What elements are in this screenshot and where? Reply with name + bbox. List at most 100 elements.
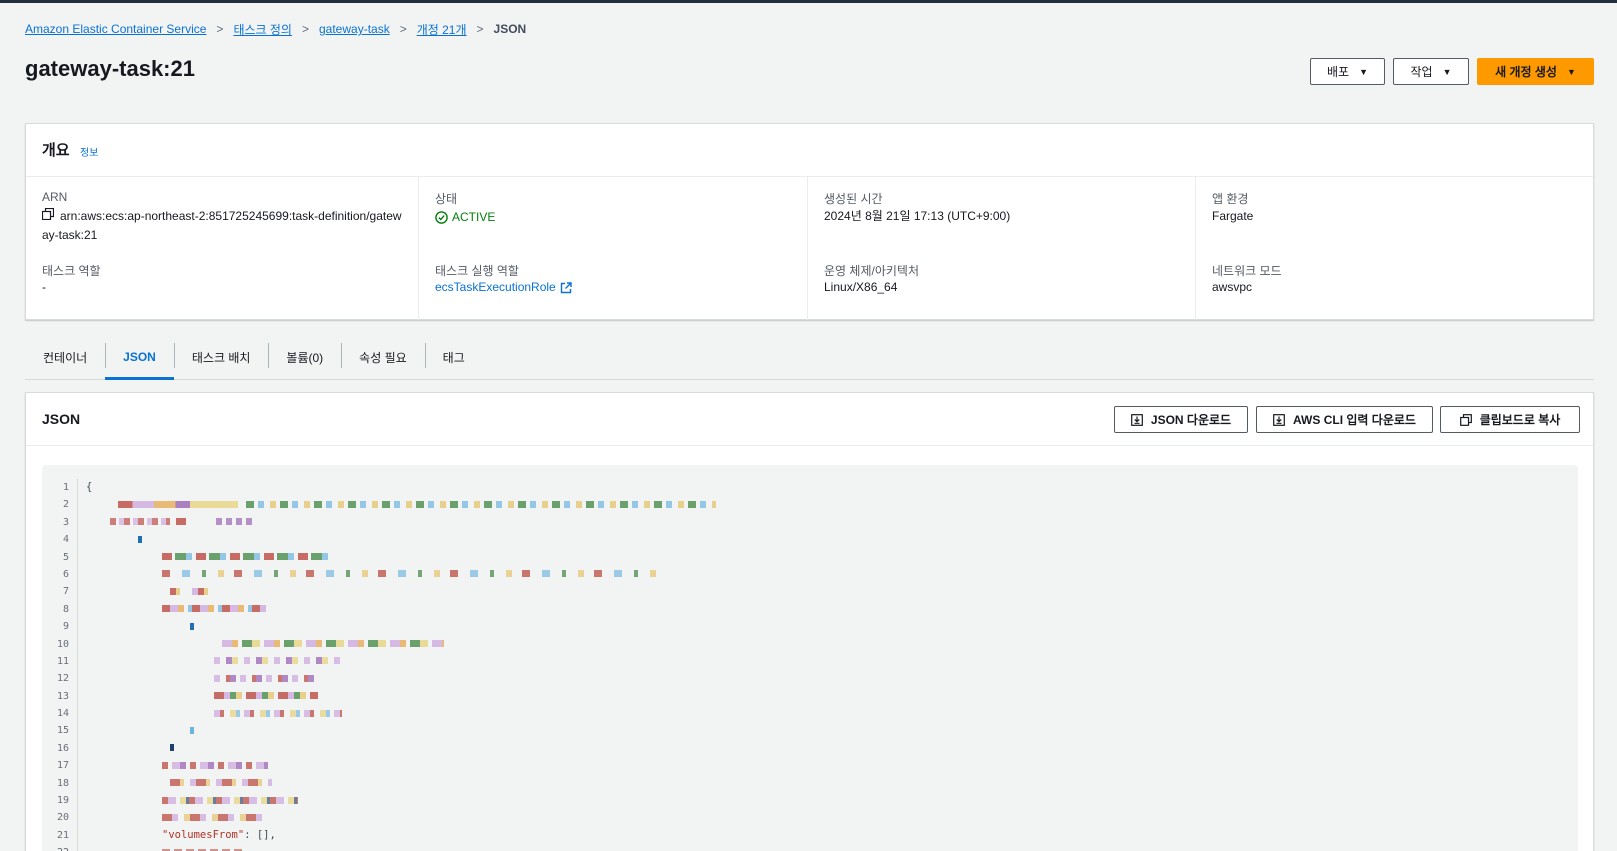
tab-label: 속성 필요 bbox=[359, 350, 407, 365]
status-badge: ACTIVE bbox=[435, 208, 495, 227]
obscured-code bbox=[162, 551, 332, 563]
download-icon bbox=[1273, 413, 1285, 426]
line-number: 14 bbox=[56, 708, 69, 720]
line-number: 2 bbox=[62, 499, 69, 511]
actions-button[interactable]: 작업 ▼ bbox=[1393, 58, 1469, 85]
caret-down-icon: ▼ bbox=[1566, 66, 1576, 77]
tab-containers[interactable]: 컨테이너 bbox=[25, 335, 105, 379]
exec-role-link[interactable]: ecsTaskExecutionRole bbox=[435, 278, 572, 297]
tab-tags[interactable]: 태그 bbox=[424, 335, 483, 379]
line-number: 20 bbox=[56, 812, 69, 824]
code-line-9 bbox=[86, 618, 716, 635]
obscured-code bbox=[170, 777, 272, 789]
top-border bbox=[0, 0, 1617, 3]
download-cli-input-button[interactable]: AWS CLI 입력 다운로드 bbox=[1256, 406, 1433, 433]
download-json-label: JSON 다운로드 bbox=[1150, 413, 1232, 427]
overview-info-link[interactable]: 정보 bbox=[80, 144, 98, 159]
code-line-3 bbox=[86, 514, 716, 531]
tab-required-attributes[interactable]: 속성 필요 bbox=[341, 335, 425, 379]
line-number: 19 bbox=[56, 795, 69, 807]
line-number-gutter: 12345678910111213141516171819202122 bbox=[42, 479, 78, 851]
breadcrumb-gateway-task[interactable]: gateway-task bbox=[319, 22, 390, 36]
obscured-code bbox=[190, 620, 194, 632]
overview-column-2: 상태 ACTIVE 태스크 실행 역할 ecsTaskExecutionRole bbox=[418, 177, 807, 320]
obscured-code bbox=[170, 585, 214, 597]
tab-json[interactable]: JSON bbox=[105, 335, 174, 380]
breadcrumb-revisions[interactable]: 개정 21개 bbox=[417, 21, 467, 38]
download-cli-label: AWS CLI 입력 다운로드 bbox=[1293, 413, 1416, 427]
arn-label: ARN bbox=[42, 190, 68, 204]
json-code-editor[interactable]: 12345678910111213141516171819202122 { "v… bbox=[42, 465, 1578, 851]
code-line-20 bbox=[86, 809, 716, 826]
exec-role-value[interactable]: ecsTaskExecutionRole bbox=[435, 278, 556, 297]
copy-clipboard-label: 클립보드로 복사 bbox=[1479, 413, 1561, 427]
line-number: 10 bbox=[56, 638, 69, 650]
overview-panel: 개요 정보 ARN arn:aws:ecs:ap-northeast-2:851… bbox=[25, 123, 1594, 320]
line-number: 5 bbox=[62, 551, 69, 563]
created-label: 생성된 시간 bbox=[824, 192, 883, 206]
breadcrumb-task-definitions[interactable]: 태스크 정의 bbox=[233, 21, 292, 38]
code-line-15 bbox=[86, 722, 716, 739]
json-value-volumes-from: : [], bbox=[244, 828, 276, 841]
arn-line-1: arn:aws:ecs:ap-northeast-2:851725245699:… bbox=[60, 209, 402, 223]
create-new-revision-button[interactable]: 새 개정 생성 ▼ bbox=[1477, 58, 1594, 85]
line-number: 12 bbox=[56, 673, 69, 685]
breadcrumb-ecs[interactable]: Amazon Elastic Container Service bbox=[25, 22, 206, 36]
code-line-6 bbox=[86, 566, 716, 583]
code-text: { bbox=[86, 481, 93, 493]
caret-down-icon: ▼ bbox=[1359, 66, 1368, 77]
line-number: 7 bbox=[62, 586, 69, 598]
line-number: 17 bbox=[56, 760, 69, 772]
code-lines: { "volumesFrom": [], bbox=[86, 479, 716, 851]
task-role-label: 태스크 역할 bbox=[42, 264, 101, 278]
line-number: 21 bbox=[56, 829, 69, 841]
code-line-7 bbox=[86, 583, 716, 600]
copy-icon[interactable] bbox=[41, 207, 55, 226]
obscured-code bbox=[190, 724, 194, 736]
os-value: Linux/X86_64 bbox=[824, 280, 898, 294]
code-line-22 bbox=[86, 844, 716, 851]
download-json-button[interactable]: JSON 다운로드 bbox=[1114, 406, 1248, 433]
network-value: awsvpc bbox=[1212, 280, 1253, 294]
code-line-13 bbox=[86, 688, 716, 705]
external-link-icon bbox=[560, 281, 572, 294]
overview-title: 개요 bbox=[42, 142, 70, 159]
task-role-value: - bbox=[42, 280, 46, 294]
status-value: ACTIVE bbox=[452, 210, 496, 224]
obscured-code bbox=[110, 516, 256, 528]
copy-icon bbox=[1459, 413, 1472, 426]
obscured-code bbox=[162, 759, 268, 771]
deploy-button[interactable]: 배포 ▼ bbox=[1310, 58, 1385, 85]
exec-role-label: 태스크 실행 역할 bbox=[435, 264, 519, 278]
os-label: 운영 체제/아키텍처 bbox=[824, 264, 919, 278]
tab-label: 태그 bbox=[442, 350, 465, 365]
overview-column-3: 생성된 시간 2024년 8월 21일 17:13 (UTC+9:00) 운영 … bbox=[807, 177, 1195, 320]
copy-to-clipboard-button[interactable]: 클립보드로 복사 bbox=[1440, 406, 1580, 433]
json-panel: JSON JSON 다운로드 AWS CLI 입력 다운로드 클립보드로 복사 … bbox=[25, 392, 1594, 851]
tab-label: 볼륨(0) bbox=[286, 350, 324, 365]
json-header: JSON JSON 다운로드 AWS CLI 입력 다운로드 클립보드로 복사 bbox=[26, 393, 1593, 446]
arn-line-2: ay-task:21 bbox=[42, 228, 98, 243]
code-line-19 bbox=[86, 792, 716, 809]
obscured-code bbox=[118, 498, 716, 510]
status-label: 상태 bbox=[435, 192, 458, 206]
tab-label: JSON bbox=[123, 350, 156, 364]
tab-bar: 컨테이너 JSON 태스크 배치 볼륨(0) 속성 필요 태그 bbox=[25, 335, 1594, 380]
tab-label: 태스크 배치 bbox=[191, 350, 251, 365]
obscured-code bbox=[162, 568, 662, 580]
code-line-2 bbox=[86, 496, 716, 513]
code-line-14 bbox=[86, 705, 716, 722]
tab-volumes[interactable]: 볼륨(0) bbox=[268, 335, 341, 379]
app-env-label: 앱 환경 bbox=[1212, 192, 1249, 206]
code-line-17 bbox=[86, 757, 716, 774]
line-number: 11 bbox=[56, 655, 69, 667]
overview-column-4: 앱 환경 Fargate 네트워크 모드 awsvpc bbox=[1195, 177, 1593, 320]
obscured-code bbox=[162, 603, 266, 615]
code-line-5 bbox=[86, 549, 716, 566]
tab-label: 컨테이너 bbox=[43, 350, 88, 365]
code-line-10 bbox=[86, 636, 716, 653]
tab-task-placement[interactable]: 태스크 배치 bbox=[173, 335, 269, 379]
code-line-16 bbox=[86, 740, 716, 757]
line-number: 8 bbox=[62, 603, 69, 615]
arn-value: arn:aws:ecs:ap-northeast-2:851725245699:… bbox=[41, 207, 412, 245]
